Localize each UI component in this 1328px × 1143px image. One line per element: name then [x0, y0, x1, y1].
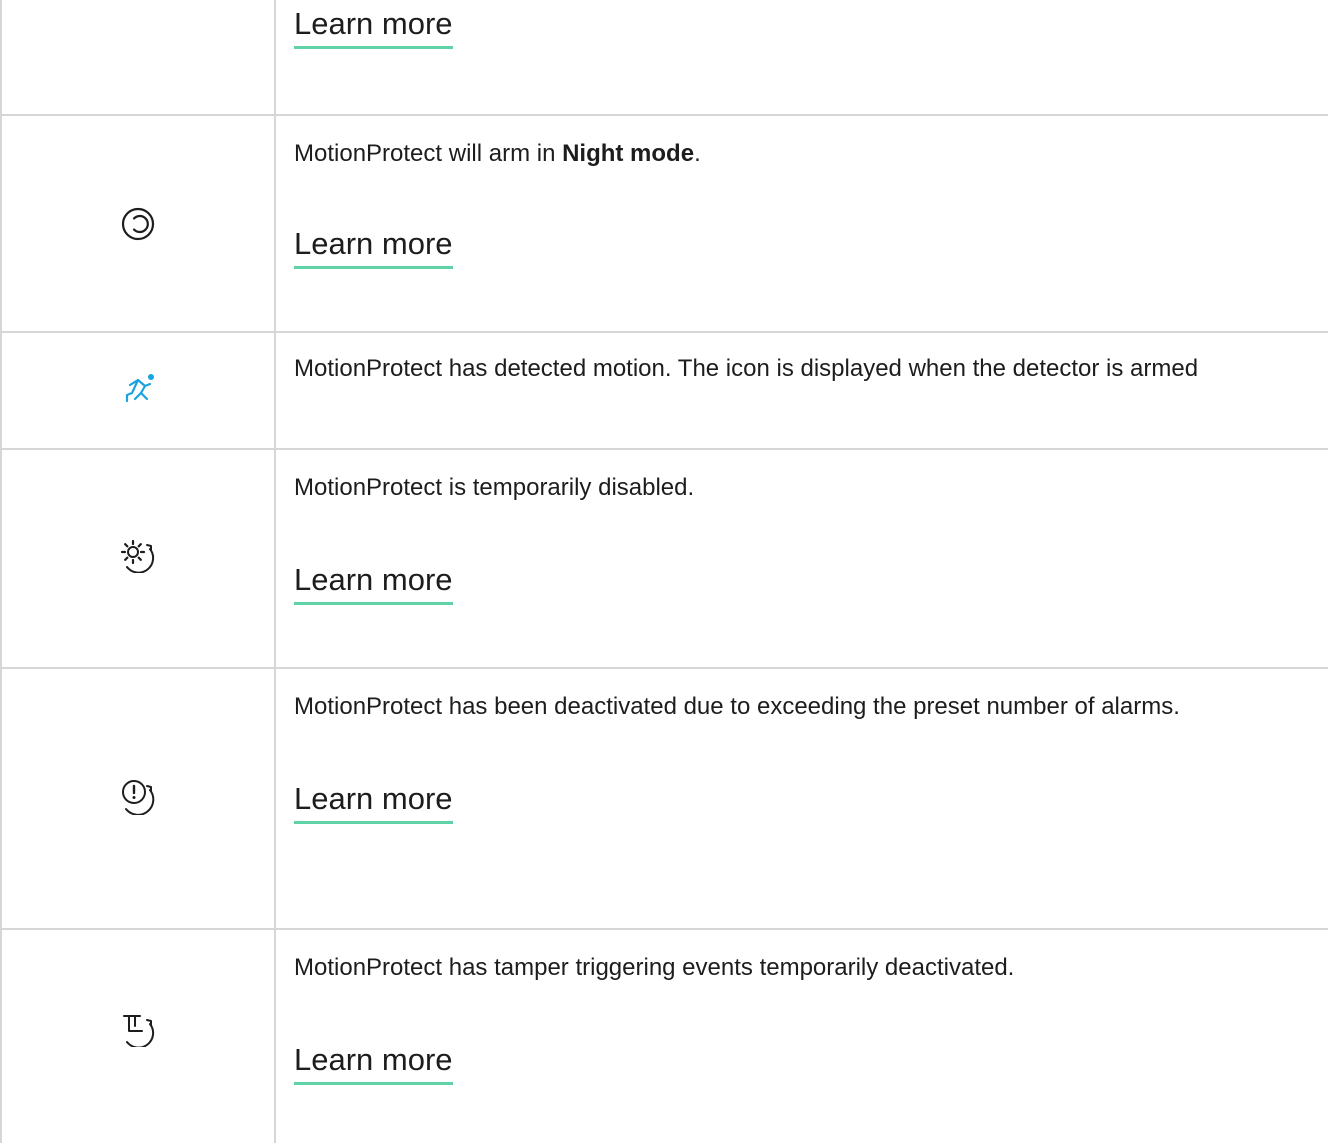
learn-more-link[interactable]: Learn more — [294, 779, 453, 824]
temporarily-disabled-icon — [118, 537, 158, 573]
status-icons-table: Learn more MotionProtect will arm in Nig… — [0, 0, 1328, 1143]
description-cell: MotionProtect has been deactivated due t… — [294, 689, 1304, 824]
learn-more-link[interactable]: Learn more — [294, 560, 453, 605]
table-row: MotionProtect has tamper triggering even… — [2, 930, 1328, 1143]
description-cell: Learn more — [294, 4, 1304, 49]
tamper-deactivated-icon — [118, 1011, 158, 1047]
row-description: MotionProtect has been deactivated due t… — [294, 693, 1180, 720]
icon-cell — [2, 116, 274, 332]
alarm-deactivated-icon — [118, 777, 158, 815]
description-cell: MotionProtect will arm in Night mode. Le… — [294, 136, 1304, 269]
icon-cell — [2, 450, 274, 660]
table-row: MotionProtect has been deactivated due t… — [2, 669, 1328, 929]
table-row: MotionProtect has detected motion. The i… — [2, 333, 1328, 449]
icon-cell — [2, 333, 274, 449]
row-description: MotionProtect will arm in Night mode. — [294, 140, 701, 167]
row-description: MotionProtect has tamper triggering even… — [294, 954, 1015, 981]
learn-more-link[interactable]: Learn more — [294, 224, 453, 269]
table-row: MotionProtect is temporarily disabled. L… — [2, 450, 1328, 668]
row-description: MotionProtect is temporarily disabled. — [294, 474, 695, 501]
icon-cell — [2, 930, 274, 1128]
description-cell: MotionProtect has detected motion. The i… — [294, 351, 1304, 387]
description-cell: MotionProtect is temporarily disabled. L… — [294, 470, 1304, 605]
learn-more-link[interactable]: Learn more — [294, 1040, 453, 1085]
motion-detected-icon — [118, 371, 158, 411]
night-mode-label: Night mode — [562, 140, 695, 167]
night-mode-icon — [120, 206, 156, 242]
table-row: MotionProtect will arm in Night mode. Le… — [2, 116, 1328, 332]
description-cell: MotionProtect has tamper triggering even… — [294, 950, 1304, 1085]
status-icons-table-page: Learn more MotionProtect will arm in Nig… — [0, 0, 1328, 1143]
learn-more-link[interactable]: Learn more — [294, 4, 453, 49]
row-description: MotionProtect has detected motion. The i… — [294, 355, 1199, 382]
icon-cell — [2, 669, 274, 923]
table-row: Learn more — [2, 0, 1328, 115]
